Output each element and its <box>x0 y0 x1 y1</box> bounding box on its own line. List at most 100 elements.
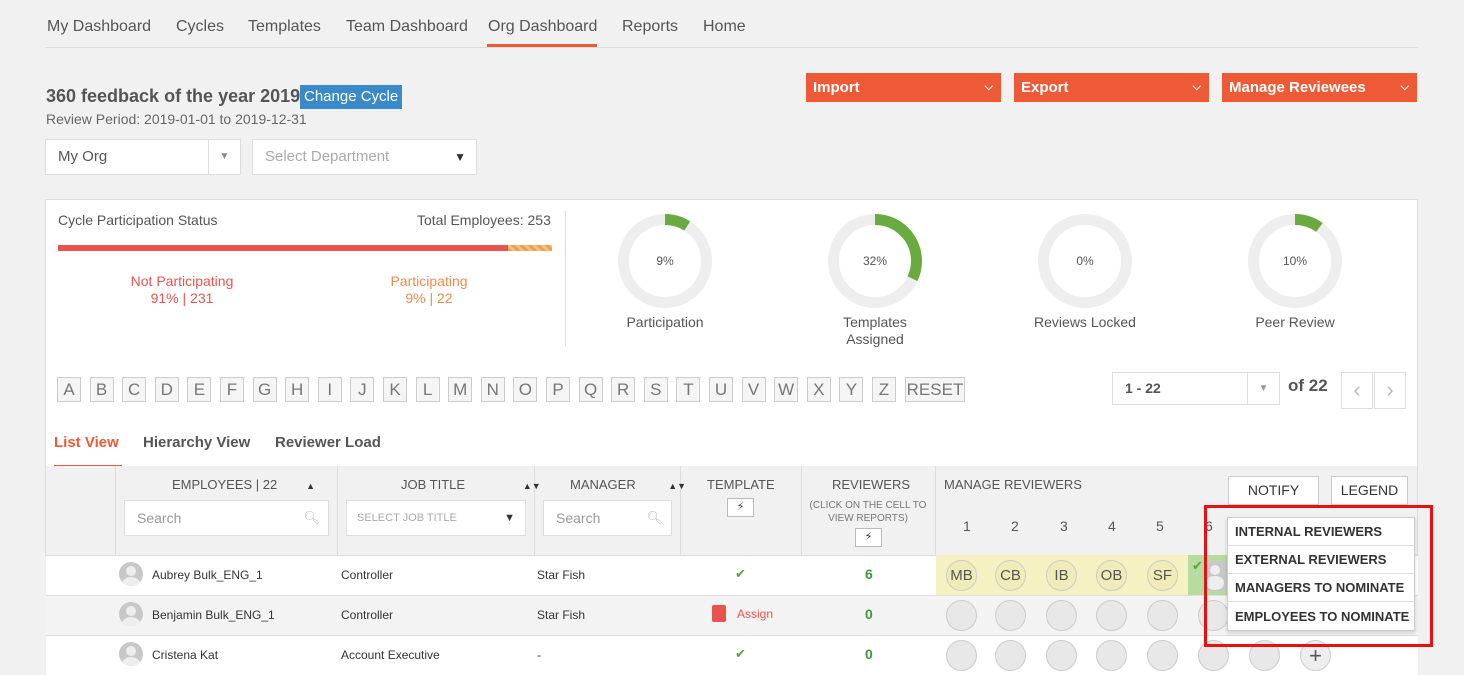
nav-org-dashboard[interactable]: Org Dashboard <box>488 18 597 36</box>
nav-team-dashboard[interactable]: Team Dashboard <box>346 18 468 36</box>
bolt-icon[interactable]: ⚡︎ <box>727 498 754 517</box>
reviewer-column-number: 4 <box>1108 518 1116 534</box>
manager-search-input[interactable]: Search 🔍︎ <box>543 500 672 536</box>
reviewer-slot[interactable]: SF <box>1147 560 1178 591</box>
legend-button[interactable]: LEGEND <box>1331 476 1408 505</box>
export-button[interactable]: Export ⌵ <box>1014 73 1209 102</box>
nav-cycles[interactable]: Cycles <box>176 18 224 36</box>
letter-filter-c[interactable]: C <box>122 377 147 402</box>
letter-filter-i[interactable]: I <box>317 377 342 402</box>
letter-filter-l[interactable]: L <box>415 377 440 402</box>
donut-percent: 0% <box>1076 254 1094 268</box>
donut-caption: Participation <box>626 314 704 330</box>
total-employees: Total Employees: 253 <box>417 212 551 228</box>
employees-header[interactable]: EMPLOYEES | 22 ▲ <box>172 477 315 492</box>
chevron-down-icon: ⌵ <box>1400 81 1409 93</box>
letter-filter-d[interactable]: D <box>154 377 179 402</box>
nav-my-dashboard[interactable]: My Dashboard <box>47 18 151 36</box>
reviewer-slot[interactable] <box>1147 640 1178 671</box>
notify-button[interactable]: NOTIFY <box>1228 476 1319 505</box>
bolt-icon[interactable]: ⚡︎ <box>855 528 882 547</box>
letter-filter-m[interactable]: M <box>448 377 473 402</box>
reviewer-slot[interactable] <box>995 640 1026 671</box>
reviewer-slot[interactable]: OB <box>1096 560 1127 591</box>
letter-filter-v[interactable]: V <box>741 377 766 402</box>
sort-icon: ▲▼ <box>668 481 687 491</box>
letter-filter-p[interactable]: P <box>546 377 570 402</box>
reviewer-count[interactable]: 0 <box>865 606 873 622</box>
letter-filter-j[interactable]: J <box>350 377 375 402</box>
next-page-button[interactable]: › <box>1374 372 1406 409</box>
reviewer-count[interactable]: 0 <box>865 646 873 662</box>
page-range-value: 1 - 22 <box>1125 380 1161 396</box>
export-label: Export <box>1021 79 1069 96</box>
letter-filter-s[interactable]: S <box>643 377 668 402</box>
participating-bar <box>508 245 552 251</box>
employee-search-input[interactable]: Search 🔍︎ <box>124 500 329 536</box>
org-select-value: My Org <box>58 148 108 165</box>
letter-filter-r[interactable]: R <box>611 377 636 402</box>
reviewer-slot[interactable]: IB <box>1046 560 1077 591</box>
employee-name[interactable]: Benjamin Bulk_ENG_1 <box>152 608 275 622</box>
reviewer-column-number: 5 <box>1156 518 1164 534</box>
prev-page-button[interactable]: ‹ <box>1341 372 1373 409</box>
letter-filter-g[interactable]: G <box>252 377 277 402</box>
search-icon: 🔍︎ <box>303 510 320 525</box>
reviewer-slot[interactable]: MB <box>946 560 977 591</box>
tab-reviewer-load[interactable]: Reviewer Load <box>275 434 381 451</box>
letter-filter-t[interactable]: T <box>676 377 701 402</box>
check-icon: ✔ <box>735 646 746 661</box>
reviewer-slot[interactable] <box>1096 640 1127 671</box>
change-cycle-button[interactable]: Change Cycle <box>300 85 403 109</box>
check-icon: ✔ <box>735 566 746 581</box>
job-title-select[interactable]: SELECT JOB TITLE ▼ <box>346 500 526 536</box>
employee-name[interactable]: Aubrey Bulk_ENG_1 <box>152 568 263 582</box>
participating-stat: Participating 9% | 22 <box>364 273 494 307</box>
reviewer-slot[interactable] <box>995 600 1026 631</box>
reviewer-slot[interactable] <box>1147 600 1178 631</box>
org-select[interactable]: My Org ▼ <box>45 139 241 175</box>
letter-filter-k[interactable]: K <box>383 377 407 402</box>
page-range-select[interactable]: 1 - 22 ▼ <box>1112 372 1280 405</box>
reviewer-slot[interactable] <box>946 640 977 671</box>
letter-filter-e[interactable]: E <box>187 377 212 402</box>
tab-list-view[interactable]: List View <box>54 434 119 451</box>
letter-filter-n[interactable]: N <box>480 377 505 402</box>
letter-filter-h[interactable]: H <box>285 377 310 402</box>
reviewer-slot[interactable]: CB <box>995 560 1026 591</box>
job-title-header[interactable]: JOB TITLE ▲▼ <box>401 477 541 492</box>
letter-filter-q[interactable]: Q <box>578 377 603 402</box>
reset-filter-button[interactable]: RESET <box>905 377 965 402</box>
letter-filter-o[interactable]: O <box>513 377 538 402</box>
employee-name[interactable]: Cristena Kat <box>152 648 218 662</box>
donut-percent: 10% <box>1282 254 1308 268</box>
chevron-down-icon: ⌵ <box>1192 81 1201 93</box>
assign-template-link[interactable]: Assign <box>737 607 773 621</box>
nav-home[interactable]: Home <box>703 18 746 36</box>
letter-filter-y[interactable]: Y <box>839 377 864 402</box>
manage-reviewees-button[interactable]: Manage Reviewees ⌵ <box>1222 73 1417 102</box>
letter-filter-u[interactable]: U <box>709 377 733 402</box>
manager-search-placeholder: Search <box>556 510 601 526</box>
import-button[interactable]: Import ⌵ <box>806 73 1001 102</box>
reviewer-column-number: 1 <box>963 518 971 534</box>
reviewer-slot[interactable] <box>1096 600 1127 631</box>
letter-filter-w[interactable]: W <box>774 377 799 402</box>
caret-down-icon: ▼ <box>208 140 240 174</box>
reviewer-slot[interactable] <box>1046 600 1077 631</box>
tab-hierarchy-view[interactable]: Hierarchy View <box>143 434 250 451</box>
reviewer-slot[interactable] <box>1046 640 1077 671</box>
assign-template-icon[interactable] <box>712 605 726 622</box>
letter-filter-a[interactable]: A <box>57 377 81 402</box>
department-select[interactable]: Select Department ▼ <box>252 139 477 175</box>
letter-filter-f[interactable]: F <box>220 377 244 402</box>
manager-header[interactable]: MANAGER ▲▼ <box>570 477 686 492</box>
letter-filter-x[interactable]: X <box>806 377 831 402</box>
letter-filter-b[interactable]: B <box>89 377 114 402</box>
reviewer-count[interactable]: 6 <box>865 566 873 582</box>
reviewer-slot[interactable] <box>946 600 977 631</box>
employees-header-label: EMPLOYEES | 22 <box>172 477 278 492</box>
letter-filter-z[interactable]: Z <box>872 377 896 402</box>
nav-reports[interactable]: Reports <box>622 18 678 36</box>
nav-templates[interactable]: Templates <box>248 18 321 36</box>
